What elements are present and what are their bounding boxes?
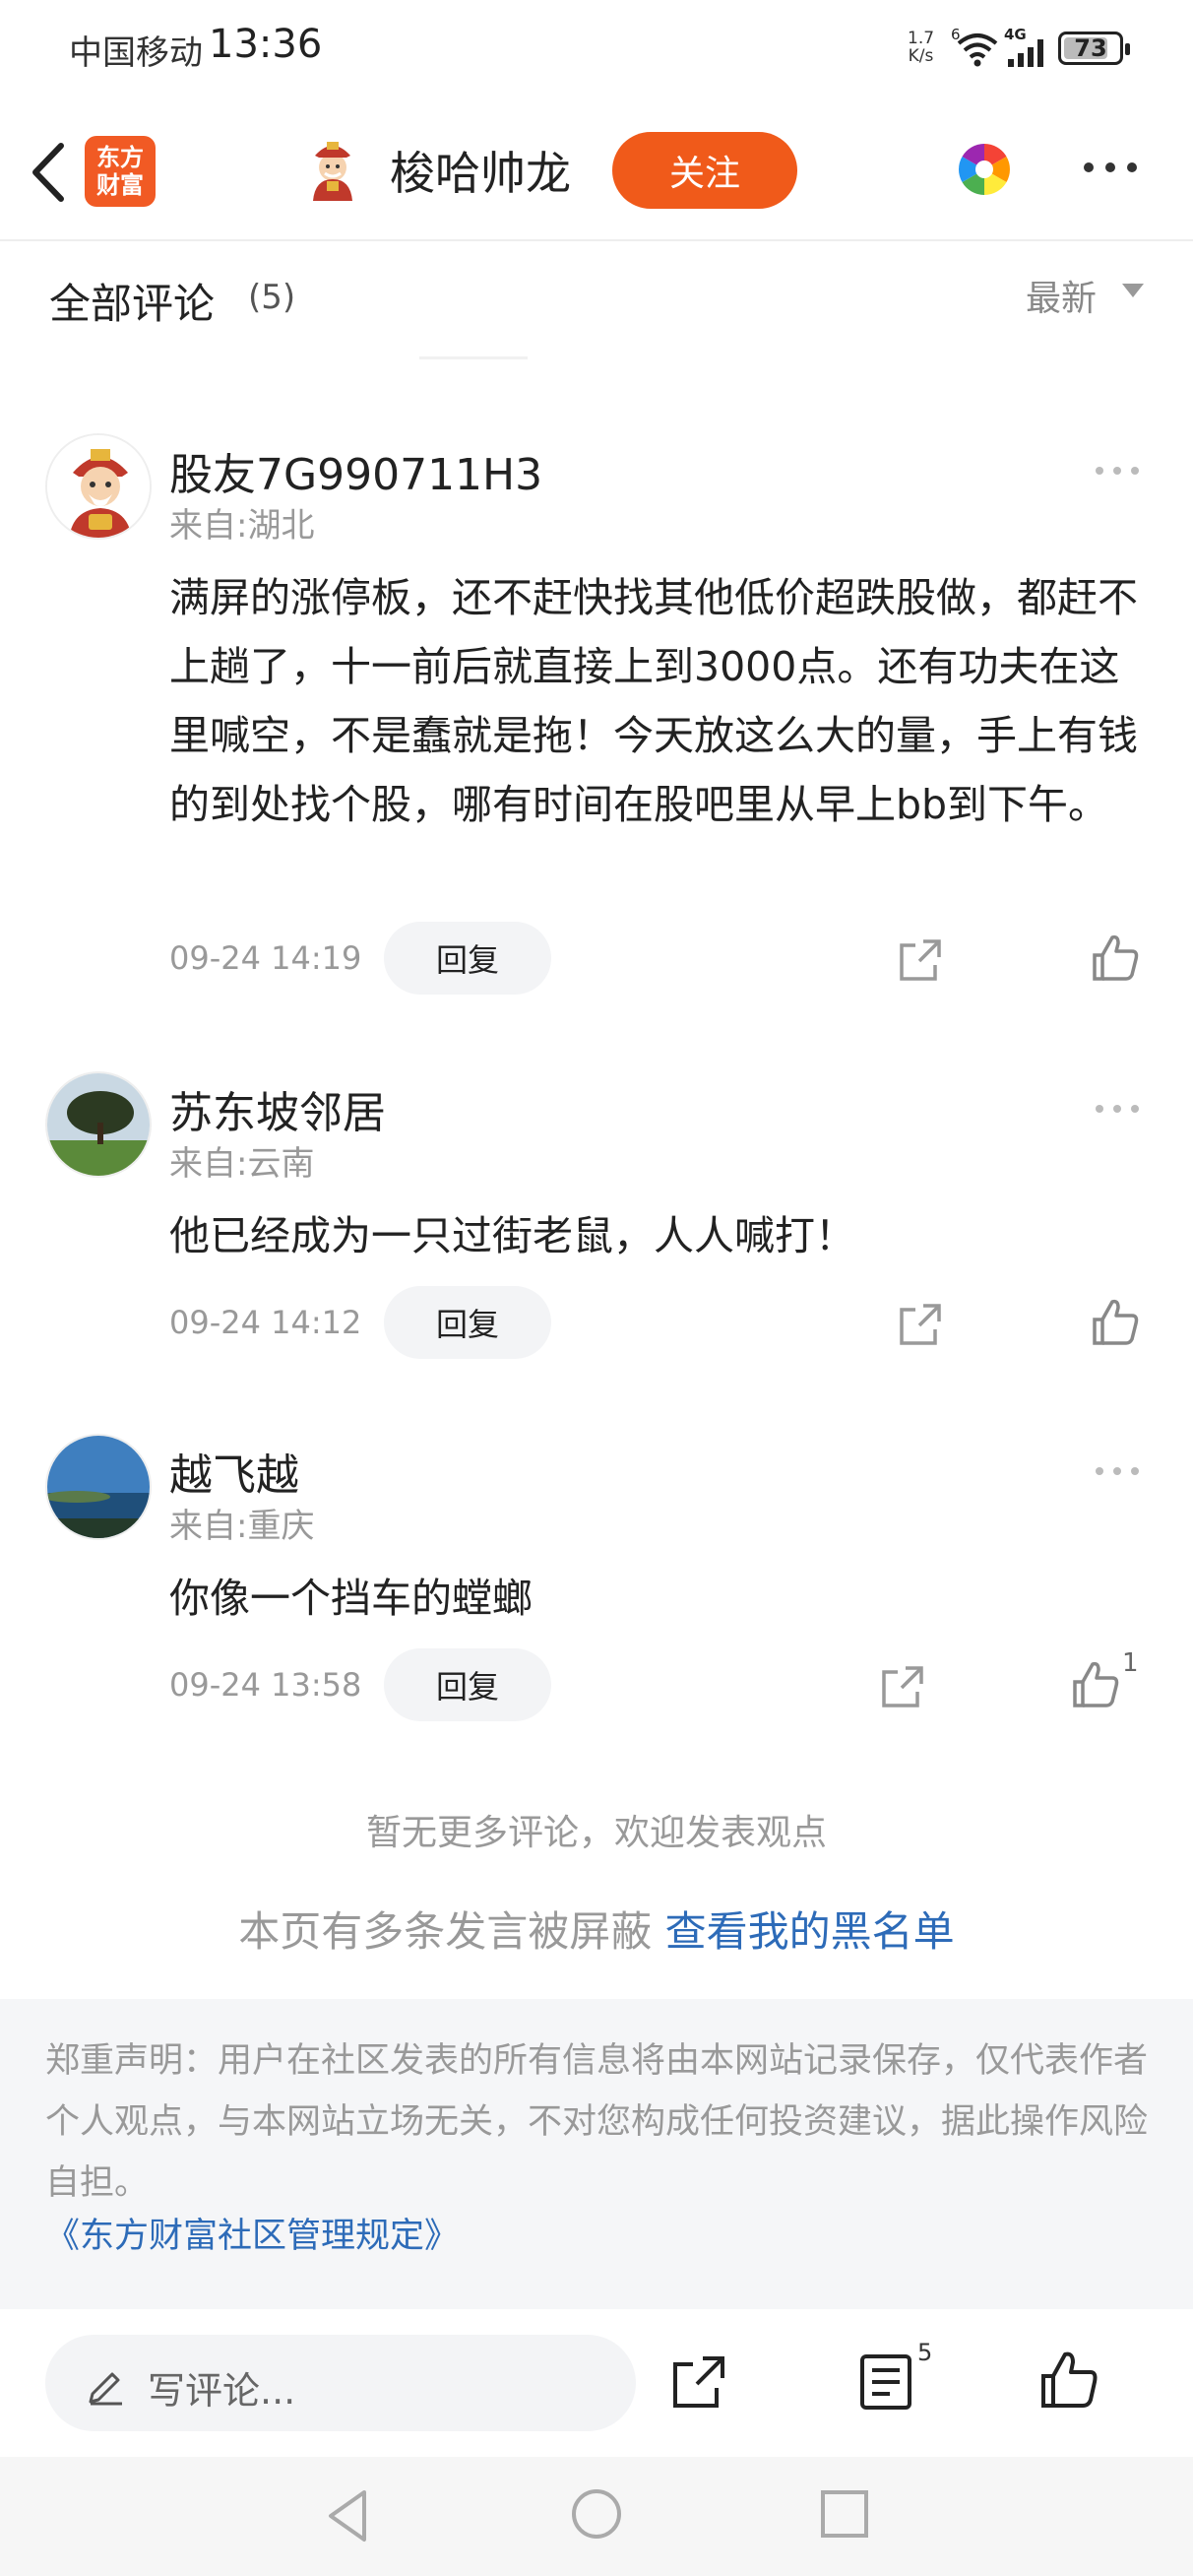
back-arrow-icon[interactable]: [22, 138, 81, 207]
carrier-label: 中国移动: [69, 33, 203, 73]
commenter-name[interactable]: 越飞越: [169, 1440, 299, 1503]
comment-placeholder: 写评论...: [148, 2369, 296, 2413]
sort-caret-icon[interactable]: [1122, 284, 1144, 297]
blacklist-link[interactable]: 查看我的黑名单: [665, 1907, 955, 1956]
share-icon[interactable]: [669, 2352, 728, 2412]
comment-more-icon[interactable]: [1093, 1461, 1142, 1481]
thumbs-up-icon[interactable]: [1037, 2349, 1100, 2412]
commenter-name[interactable]: 股友7G990711H3: [169, 439, 542, 502]
reply-button[interactable]: 回复: [384, 1286, 551, 1359]
commenter-avatar[interactable]: [45, 1071, 152, 1178]
reply-button[interactable]: 回复: [384, 1648, 551, 1721]
comments-title: 全部评论: [49, 280, 216, 328]
community-rules-link[interactable]: 《东方财富社区管理规定》: [45, 2208, 459, 2258]
pencil-icon: [89, 2372, 122, 2406]
comment-input[interactable]: 写评论...: [45, 2335, 636, 2431]
no-more-comments: 暂无更多评论，欢迎发表观点: [365, 1813, 827, 1853]
tree-landscape-avatar-icon: [47, 1073, 150, 1176]
fortune-god-avatar-icon: [47, 435, 150, 538]
sort-dropdown[interactable]: 最新: [1026, 270, 1097, 321]
comment-count-badge: 5: [917, 2339, 933, 2366]
comment-time: 09-24 14:12: [169, 1304, 362, 1341]
color-wheel-icon[interactable]: [957, 142, 1012, 197]
comments-list-icon[interactable]: [858, 2352, 913, 2412]
system-nav-bar: [0, 2457, 1193, 2576]
nav-back-icon[interactable]: [321, 2486, 376, 2545]
comment-more-icon[interactable]: [1093, 1099, 1142, 1119]
thumbs-up-icon[interactable]: [1069, 1658, 1122, 1711]
share-icon[interactable]: [896, 1300, 945, 1349]
nav-home-icon[interactable]: [569, 2486, 624, 2542]
thumbs-up-icon[interactable]: [1089, 1296, 1142, 1349]
brand-logo-line2: 财富: [96, 171, 144, 199]
blocked-notice: 本页有多条发言被屏蔽 查看我的黑名单: [0, 1899, 1193, 1959]
commenter-location: 来自:湖北: [169, 506, 315, 546]
signal-icon: [1008, 39, 1043, 67]
like-count: 1: [1122, 1648, 1139, 1678]
net-speed-unit: K/s: [908, 46, 934, 66]
reply-button[interactable]: 回复: [384, 922, 551, 995]
comment-body: 你像一个挡车的螳螂: [169, 1575, 533, 1622]
author-avatar-icon[interactable]: [301, 138, 364, 201]
comment-more-icon[interactable]: [1093, 461, 1142, 481]
comment-body: 他已经成为一只过街老鼠，人人喊打！: [169, 1212, 855, 1259]
comment-time: 09-24 14:19: [169, 939, 362, 977]
brand-logo-line1: 东方: [96, 144, 144, 171]
follow-button[interactable]: 关注: [612, 132, 797, 209]
app-screen: 中国移动 13:36 1.7 K/s 6 4G 73 东方 财富 梭哈帅龙 关注…: [0, 0, 1193, 2576]
post-header: 东方 财富 梭哈帅龙 关注: [0, 118, 1193, 241]
battery-indicator: 73: [1058, 32, 1130, 65]
eastmoney-logo[interactable]: 东方 财富: [85, 136, 156, 207]
net-speed-value: 1.7: [908, 29, 935, 48]
divider: [419, 356, 528, 359]
comments-count: (5): [248, 278, 296, 317]
author-name[interactable]: 梭哈帅龙: [390, 138, 571, 203]
blocked-notice-text: 本页有多条发言被屏蔽: [238, 1907, 653, 1956]
disclaimer-text: 郑重声明：用户在社区发表的所有信息将由本网站记录保存，仅代表作者个人观点，与本网…: [45, 2041, 1149, 2203]
comment-time: 09-24 13:58: [169, 1666, 362, 1704]
commenter-name[interactable]: 苏东坡邻居: [169, 1077, 386, 1140]
bottom-action-bar: 写评论... 5: [0, 2309, 1193, 2457]
more-options-icon[interactable]: [1079, 148, 1142, 187]
wifi-icon: [957, 33, 998, 67]
commenter-location: 来自:云南: [169, 1144, 315, 1184]
disclaimer-panel: 郑重声明：用户在社区发表的所有信息将由本网站记录保存，仅代表作者个人观点，与本网…: [0, 1999, 1193, 2309]
sea-horizon-avatar-icon: [47, 1436, 150, 1538]
comment-body: 满屏的涨停板，还不赶快找其他低价超跌股做，都赶不上趟了，十一前后就直接上到300…: [169, 574, 1138, 828]
commenter-avatar[interactable]: [45, 433, 152, 540]
battery-level: 73: [1074, 34, 1107, 62]
nav-recent-apps-icon[interactable]: [817, 2486, 872, 2542]
commenter-avatar[interactable]: [45, 1434, 152, 1540]
share-icon[interactable]: [896, 935, 945, 985]
net-speed: 1.7 K/s: [908, 30, 934, 65]
thumbs-up-icon[interactable]: [1089, 932, 1142, 985]
commenter-location: 来自:重庆: [169, 1507, 315, 1546]
status-bar: 中国移动 13:36 1.7 K/s 6 4G 73: [0, 0, 1193, 98]
clock: 13:36: [209, 22, 323, 67]
share-icon[interactable]: [878, 1662, 927, 1711]
